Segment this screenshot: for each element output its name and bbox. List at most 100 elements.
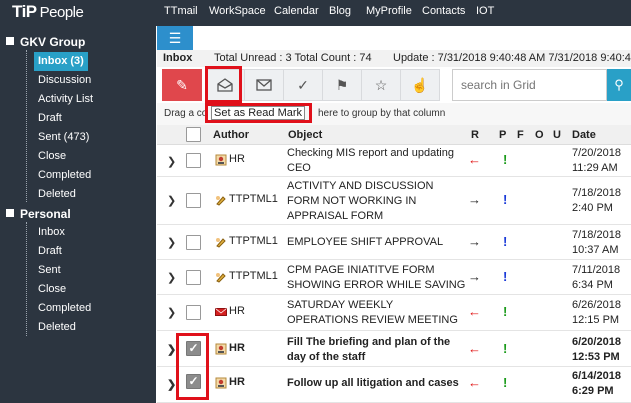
row-checkbox[interactable]: ✓ [186, 341, 201, 356]
reply-arrow-icon: ← [468, 304, 481, 319]
row-author: TTPTML1 [229, 270, 278, 282]
col-author[interactable]: Author [213, 129, 249, 141]
nav-myprofile[interactable]: MyProfile [366, 5, 412, 17]
mail-row[interactable]: ❯ ✓ HR Fill The briefing and plan of the… [157, 331, 631, 367]
sidebar-item-completed[interactable]: Completed [34, 166, 95, 185]
envelope-open-icon [217, 78, 233, 92]
mark-read-button[interactable] [205, 69, 245, 101]
sidebar-item-personal-close[interactable]: Close [34, 280, 70, 299]
nav-calendar[interactable]: Calendar [274, 5, 319, 17]
col-u[interactable]: U [553, 129, 561, 141]
sidebar-item-deleted[interactable]: Deleted [34, 185, 80, 204]
expand-chevron-icon[interactable]: ❯ [167, 271, 176, 284]
tree-line [26, 222, 27, 336]
sidebar-item-personal-deleted[interactable]: Deleted [34, 318, 80, 337]
row-object[interactable]: Fill The briefing and plan of the day of… [287, 335, 467, 365]
drag-hint-right: here to group by that column [318, 108, 446, 119]
col-o[interactable]: O [535, 129, 544, 141]
search-button[interactable]: ⚲ [607, 69, 631, 101]
collapse-icon[interactable] [6, 209, 14, 217]
menu-icon[interactable]: ☰ [157, 26, 193, 50]
row-date: 7/11/2018 6:34 PM [572, 264, 621, 291]
row-object[interactable]: CPM PAGE INIATITVE FORM SHOWING ERROR WH… [287, 263, 467, 293]
flag-button[interactable]: ⚑ [322, 69, 362, 101]
sidebar-item-personal-draft[interactable]: Draft [34, 242, 66, 261]
mail-row[interactable]: ❯ ✓ HR Follow up all litigation and case… [157, 367, 631, 403]
grid-search [452, 69, 607, 101]
select-all-checkbox[interactable] [186, 127, 201, 142]
mail-row[interactable]: ❯ HR SATURDAY WEEKLY OPERATIONS REVIEW M… [157, 295, 631, 331]
content-header [157, 26, 631, 50]
priority-icon: ! [503, 234, 508, 249]
sidebar-item-activity-list[interactable]: Activity List [34, 90, 97, 109]
row-object[interactable]: SATURDAY WEEKLY OPERATIONS REVIEW MEETIN… [287, 298, 467, 328]
col-object[interactable]: Object [288, 129, 322, 141]
row-checkbox[interactable] [186, 153, 201, 168]
mail-toolbar: ✎ ✓ ⚑ ☆ ☝ ⚲ [157, 67, 631, 103]
col-r[interactable]: R [471, 129, 479, 141]
sidebar-item-sent[interactable]: Sent (473) [34, 128, 93, 147]
forward-arrow-icon: → [468, 269, 481, 284]
nav-blog[interactable]: Blog [329, 5, 351, 17]
row-object[interactable]: Follow up all litigation and cases [287, 376, 477, 391]
nav-iot[interactable]: IOT [476, 5, 494, 17]
expand-chevron-icon[interactable]: ❯ [167, 236, 176, 249]
mail-row[interactable]: ❯ TTPTML1 ACTIVITY AND DISCUSSION FORM N… [157, 177, 631, 225]
col-date[interactable]: Date [572, 129, 596, 141]
search-input[interactable] [461, 71, 601, 99]
compose-button[interactable]: ✎ [162, 69, 202, 101]
top-navbar: TiP People TTmail WorkSpace Calendar Blog… [0, 0, 631, 26]
col-f[interactable]: F [517, 129, 524, 141]
row-date: 6/14/2018 6:29 PM [572, 370, 621, 397]
mail-row[interactable]: ❯ HR Checking MIS report and updating CE… [157, 145, 631, 177]
row-author: HR [229, 153, 245, 165]
row-checkbox[interactable] [186, 235, 201, 250]
priority-icon: ! [503, 152, 508, 167]
app-logo[interactable]: TiP People [12, 2, 84, 22]
forward-arrow-icon: → [468, 234, 481, 249]
row-object[interactable]: ACTIVITY AND DISCUSSION FORM NOT WORKING… [287, 179, 467, 224]
row-checkbox[interactable] [186, 270, 201, 285]
expand-chevron-icon[interactable]: ❯ [167, 378, 176, 391]
sidebar-item-discussion[interactable]: Discussion [34, 71, 95, 90]
collapse-icon[interactable] [6, 37, 14, 45]
row-author: HR [229, 376, 245, 388]
expand-chevron-icon[interactable]: ❯ [167, 194, 176, 207]
star-button[interactable]: ☆ [361, 69, 401, 101]
sidebar-item-personal-sent[interactable]: Sent [34, 261, 65, 280]
sidebar-item-close[interactable]: Close [34, 147, 70, 166]
row-checkbox[interactable]: ✓ [186, 374, 201, 389]
priority-icon: ! [503, 375, 508, 390]
user-avatar-icon [215, 343, 227, 355]
sidebar-group-personal[interactable]: Personal [6, 207, 71, 221]
expand-chevron-icon[interactable]: ❯ [167, 155, 176, 168]
nav-workspace[interactable]: WorkSpace [209, 5, 266, 17]
expand-chevron-icon[interactable]: ❯ [167, 306, 176, 319]
sidebar-item-personal-completed[interactable]: Completed [34, 299, 95, 318]
reply-arrow-icon: ← [468, 152, 481, 167]
expand-chevron-icon[interactable]: ❯ [167, 343, 176, 356]
mark-unread-button[interactable] [244, 69, 284, 101]
row-object[interactable]: EMPLOYEE SHIFT APPROVAL [287, 235, 467, 250]
priority-icon: ! [503, 341, 508, 356]
like-button[interactable]: ☝ [400, 69, 440, 101]
sidebar-group-gkv[interactable]: GKV Group [6, 35, 85, 49]
complete-button[interactable]: ✓ [283, 69, 323, 101]
row-checkbox[interactable] [186, 193, 201, 208]
sidebar-item-inbox[interactable]: Inbox (3) [34, 52, 88, 71]
mail-row[interactable]: ❯ TTPTML1 EMPLOYEE SHIFT APPROVAL → ! 7/… [157, 225, 631, 260]
row-object[interactable]: Checking MIS report and updating CEO [287, 146, 467, 176]
row-date: 6/26/2018 12:15 PM [572, 299, 621, 326]
inbox-info-bar: Inbox Total Unread : 3 Total Count : 74 … [157, 50, 631, 67]
row-author: HR [229, 305, 245, 317]
nav-contacts[interactable]: Contacts [422, 5, 465, 17]
row-author: TTPTML1 [229, 193, 278, 205]
row-checkbox[interactable] [186, 305, 201, 320]
col-p[interactable]: P [499, 129, 506, 141]
sidebar-item-draft[interactable]: Draft [34, 109, 66, 128]
mail-row[interactable]: ❯ TTPTML1 CPM PAGE INIATITVE FORM SHOWIN… [157, 260, 631, 295]
nav-ttmail[interactable]: TTmail [164, 5, 198, 17]
grid-header: Author Object R P F O U Date [157, 125, 631, 145]
sidebar-item-personal-inbox[interactable]: Inbox [34, 223, 69, 242]
row-author: HR [229, 342, 245, 354]
